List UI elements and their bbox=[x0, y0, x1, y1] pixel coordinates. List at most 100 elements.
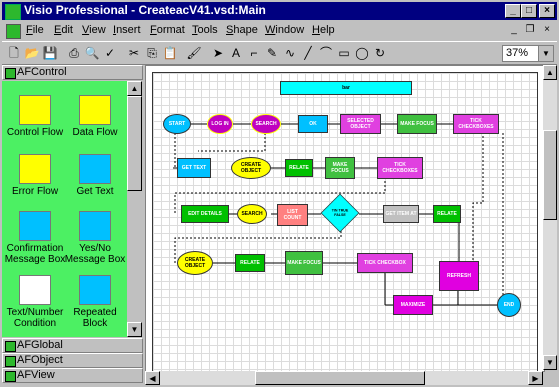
shape-get-text[interactable]: Get Text bbox=[64, 154, 126, 197]
doc-minimize-button[interactable]: _ bbox=[506, 23, 522, 37]
open-icon[interactable]: 📂 bbox=[24, 45, 40, 61]
shape-yes-no-message-box[interactable]: Yes/No Message Box bbox=[64, 211, 126, 265]
shape-control-flow[interactable]: Control Flow bbox=[4, 95, 66, 138]
diagram-node[interactable]: MAKE FOCUS bbox=[397, 114, 437, 134]
get-text-icon bbox=[79, 154, 111, 184]
diagram-node[interactable]: SELECTED OBJECT bbox=[340, 114, 381, 134]
line-tool-icon[interactable]: ╱ bbox=[300, 45, 316, 61]
new-icon[interactable]: 🗋 bbox=[6, 45, 22, 61]
scroll-thumb[interactable] bbox=[255, 371, 425, 385]
menu-help[interactable]: Help bbox=[312, 24, 335, 36]
menu-view[interactable]: View bbox=[82, 24, 106, 36]
diagram-node[interactable]: SEARCH bbox=[251, 114, 281, 134]
canvas-vertical-scrollbar[interactable]: ▲ ▼ bbox=[543, 65, 557, 370]
cut-icon[interactable]: ✂ bbox=[126, 45, 142, 61]
diagram-node[interactable]: REFRESH bbox=[439, 261, 479, 291]
diagram-node[interactable]: GET ITEM AT bbox=[383, 205, 419, 223]
scroll-thumb[interactable] bbox=[543, 130, 557, 220]
zoom-select[interactable]: 37% ▼ bbox=[502, 45, 554, 62]
menu-tools[interactable]: Tools bbox=[192, 24, 218, 36]
shape-text-number-condition[interactable]: Text/Number Condition bbox=[4, 275, 66, 329]
scroll-up-icon[interactable]: ▲ bbox=[543, 65, 557, 80]
diagram-node[interactable]: CREATE OBJECT bbox=[231, 157, 271, 179]
diagram-node[interactable]: GET TEXT bbox=[177, 158, 211, 178]
connector-tool-icon[interactable]: ⌐ bbox=[246, 45, 262, 61]
visio-window: Visio Professional - CreateacV41.vsd:Mai… bbox=[0, 0, 559, 387]
standard-toolbar: 🗋 📂 💾 ⎙ 🔍 ✓ ✂ ⎘ 📋 🖌 ➤ A ⌐ ✎ ∿ ╱ ⌒ ▭ ◯ ↻ … bbox=[2, 41, 557, 65]
arc-tool-icon[interactable]: ⌒ bbox=[318, 45, 334, 61]
stencil-icon bbox=[5, 341, 16, 352]
diagram-node[interactable]: RELATE bbox=[285, 159, 313, 177]
pointer-tool-icon[interactable]: ➤ bbox=[210, 45, 226, 61]
print-icon[interactable]: ⎙ bbox=[66, 45, 82, 61]
diagram-node[interactable]: EDIT DETAILS bbox=[181, 205, 229, 223]
diagram-node[interactable]: OK bbox=[298, 115, 328, 133]
diagram-node[interactable]: SEARCH bbox=[237, 204, 267, 224]
stencil-panel: AFControl Control Flow Data Flow Error F… bbox=[2, 65, 143, 385]
title-bar[interactable]: Visio Professional - CreateacV41.vsd:Mai… bbox=[2, 2, 557, 20]
scroll-down-icon[interactable]: ▼ bbox=[543, 355, 557, 370]
diagram-node[interactable]: RELATE bbox=[433, 205, 461, 223]
scroll-down-icon[interactable]: ▼ bbox=[127, 322, 142, 337]
close-button[interactable]: × bbox=[539, 4, 555, 18]
chevron-down-icon[interactable]: ▼ bbox=[538, 46, 553, 61]
menu-format[interactable]: Format bbox=[150, 24, 185, 36]
data-flow-icon bbox=[79, 95, 111, 125]
stencil-header-afcontrol[interactable]: AFControl bbox=[2, 65, 143, 80]
diagram-node[interactable]: TICK CHECKBOX bbox=[357, 253, 413, 273]
diagram-node[interactable]: TICK CHECKBOXES bbox=[453, 114, 499, 134]
diagram-node[interactable]: END bbox=[497, 293, 521, 317]
diagram-node[interactable]: START bbox=[163, 114, 191, 134]
spelling-icon[interactable]: ✓ bbox=[102, 45, 118, 61]
shape-data-flow[interactable]: Data Flow bbox=[64, 95, 126, 138]
stencil-header-afview[interactable]: AFView bbox=[2, 368, 143, 383]
stencil-scrollbar[interactable]: ▲ ▼ bbox=[127, 81, 143, 337]
freeform-tool-icon[interactable]: ∿ bbox=[282, 45, 298, 61]
rotation-tool-icon[interactable]: ↻ bbox=[372, 45, 388, 61]
diagram-header-bar[interactable]: bar bbox=[280, 81, 412, 95]
diagram-node[interactable]: MAKE FOCUS bbox=[285, 251, 323, 275]
diagram-node[interactable]: MAKE FOCUS bbox=[325, 157, 355, 179]
menu-insert[interactable]: Insert bbox=[113, 24, 141, 36]
save-icon[interactable]: 💾 bbox=[42, 45, 58, 61]
visio-app-icon[interactable] bbox=[5, 4, 21, 20]
copy-icon[interactable]: ⎘ bbox=[144, 45, 160, 61]
format-painter-icon[interactable]: 🖌 bbox=[186, 45, 202, 61]
diagram-node[interactable]: MAXIMIZE bbox=[393, 295, 433, 315]
scroll-up-icon[interactable]: ▲ bbox=[127, 81, 142, 96]
shape-error-flow[interactable]: Error Flow bbox=[4, 154, 66, 197]
scroll-right-icon[interactable]: ▶ bbox=[528, 371, 543, 385]
diagram-node[interactable]: CREATE OBJECT bbox=[177, 251, 213, 275]
diagram-node[interactable]: RELATE bbox=[235, 254, 265, 272]
zoom-value: 37% bbox=[506, 47, 529, 59]
scroll-left-icon[interactable]: ◀ bbox=[145, 371, 160, 385]
shape-confirmation-message-box[interactable]: Confirmation Message Box bbox=[4, 211, 66, 265]
minimize-button[interactable]: _ bbox=[505, 4, 521, 18]
drawing-page[interactable]: bar START LOG IN SEARCH OK SELECTED OBJE… bbox=[152, 72, 538, 371]
stencil-header-afglobal[interactable]: AFGlobal bbox=[2, 338, 143, 353]
diagram-node[interactable]: TICK CHECKBOXES bbox=[377, 157, 423, 179]
drawing-canvas[interactable]: bar START LOG IN SEARCH OK SELECTED OBJE… bbox=[145, 65, 545, 372]
stencil-header-afobject[interactable]: AFObject bbox=[2, 353, 143, 368]
canvas-horizontal-scrollbar[interactable]: ◀ ▶ bbox=[145, 371, 543, 385]
text-tool-icon[interactable]: A bbox=[228, 45, 244, 61]
menu-window[interactable]: Window bbox=[265, 24, 304, 36]
menu-file[interactable]: File bbox=[26, 24, 44, 36]
stencil-icon bbox=[5, 68, 16, 79]
menu-shape[interactable]: Shape bbox=[226, 24, 258, 36]
diagram-node[interactable]: LIST COUNT bbox=[277, 204, 308, 226]
stencil-icon bbox=[5, 356, 16, 367]
doc-restore-button[interactable]: ❐ bbox=[522, 23, 538, 37]
print-preview-icon[interactable]: 🔍 bbox=[84, 45, 100, 61]
maximize-button[interactable]: □ bbox=[521, 4, 537, 18]
diagram-node[interactable]: LOG IN bbox=[207, 114, 233, 134]
scroll-thumb[interactable] bbox=[127, 96, 142, 191]
document-menu-icon[interactable] bbox=[6, 24, 21, 39]
doc-close-button[interactable]: × bbox=[539, 23, 555, 37]
rectangle-tool-icon[interactable]: ▭ bbox=[336, 45, 352, 61]
shape-repeated-block[interactable]: Repeated Block bbox=[64, 275, 126, 329]
menu-edit[interactable]: Edit bbox=[54, 24, 73, 36]
ellipse-tool-icon[interactable]: ◯ bbox=[354, 45, 370, 61]
pencil-tool-icon[interactable]: ✎ bbox=[264, 45, 280, 61]
paste-icon[interactable]: 📋 bbox=[162, 45, 178, 61]
